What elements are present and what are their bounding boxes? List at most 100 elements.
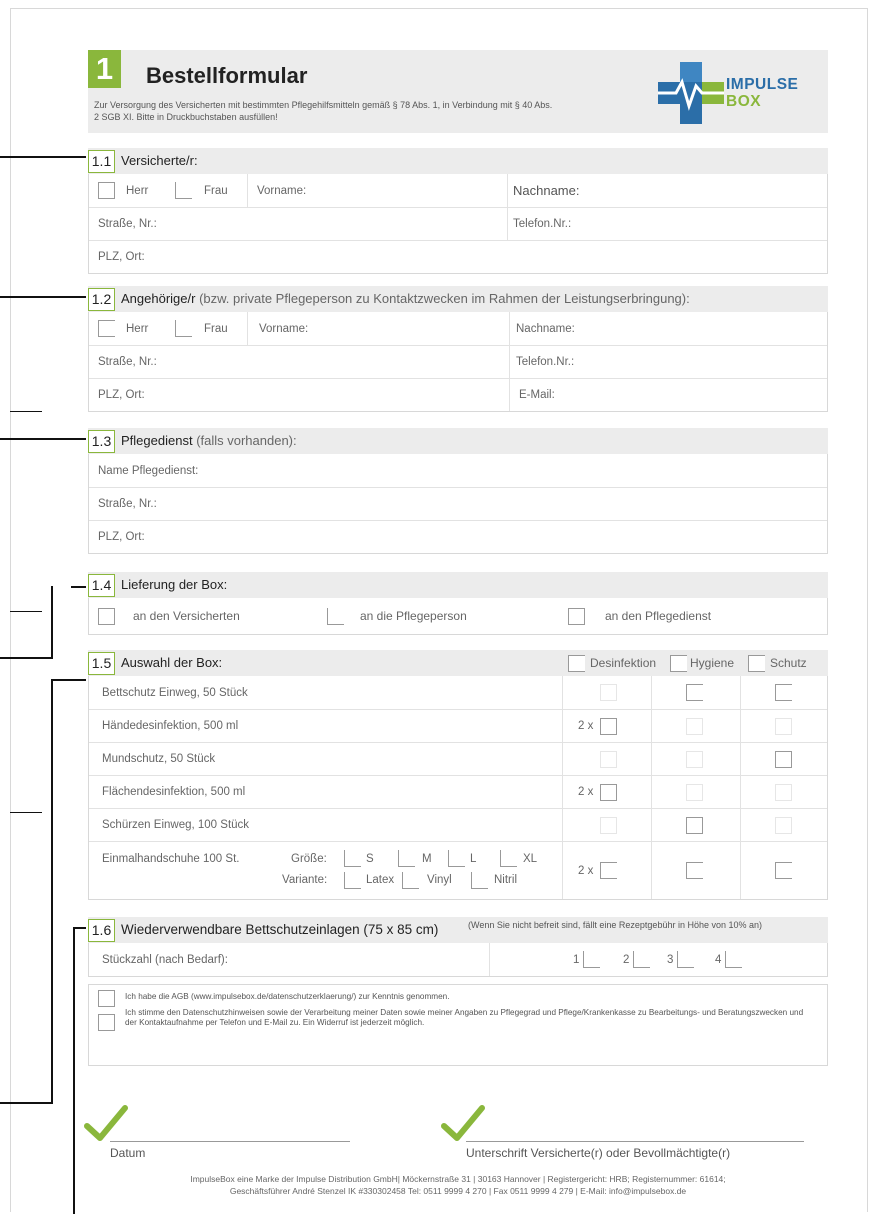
- section-title: Wiederverwendbare Bettschutzeinlagen (75…: [121, 922, 439, 937]
- size-s-checkbox[interactable]: [344, 850, 361, 867]
- row-name: Name Pflegedienst:: [89, 454, 827, 487]
- strasse-field[interactable]: Straße, Nr.:: [98, 346, 157, 378]
- table-row: Bettschutz Einweg, 50 Stück: [89, 676, 827, 709]
- vorname-field[interactable]: Vorname:: [257, 174, 306, 207]
- section-pflegedienst-fields: Name Pflegedienst: Straße, Nr.: PLZ, Ort…: [88, 454, 828, 554]
- row-plz: PLZ, Ort:: [89, 520, 827, 553]
- table-row: Flächendesinfektion, 500 ml 2 x: [89, 775, 827, 808]
- deliver-caregiver-label: an die Pflegeperson: [360, 609, 467, 623]
- frau-checkbox[interactable]: [175, 182, 192, 199]
- margin-mark: [10, 411, 42, 412]
- strasse-field[interactable]: Straße, Nr.:: [98, 208, 157, 240]
- count-1-checkbox[interactable]: [583, 951, 600, 968]
- table-row: Händedesinfektion, 500 ml 2 x: [89, 709, 827, 742]
- margin-mark: [0, 1102, 53, 1104]
- herr-checkbox[interactable]: [98, 182, 115, 199]
- strasse-field[interactable]: Straße, Nr.:: [98, 488, 157, 520]
- footer: ImpulseBox eine Marke der Impulse Distri…: [190, 1174, 726, 1196]
- row-address: Straße, Nr.: Telefon.Nr.:: [89, 345, 827, 378]
- form-header: 1 Bestellformular Zur Versorgung des Ver…: [88, 50, 828, 133]
- section-title: Auswahl der Box:: [121, 655, 223, 670]
- section-title: Lieferung der Box:: [121, 577, 228, 592]
- desinfektion-box-checkbox[interactable]: [568, 654, 585, 672]
- deliver-caregiver-checkbox[interactable]: [327, 607, 344, 625]
- privacy-checkbox[interactable]: [98, 1014, 115, 1031]
- section-auswahl-table: Bettschutz Einweg, 50 Stück Händedesinfe…: [88, 676, 828, 900]
- deliver-service-checkbox[interactable]: [568, 607, 585, 625]
- margin-mark: [10, 812, 42, 813]
- count-2-checkbox[interactable]: [633, 951, 650, 968]
- table-row: Schürzen Einweg, 100 Stück: [89, 808, 827, 841]
- frau-checkbox[interactable]: [175, 320, 192, 337]
- plz-field[interactable]: PLZ, Ort:: [98, 379, 145, 411]
- table-row-gloves: Einmalhandschuhe 100 St. Größe: S M L XL…: [89, 841, 827, 899]
- margin-mark: [71, 586, 86, 588]
- section-title: Versicherte/r:: [121, 153, 198, 168]
- section-versicherte-fields: Herr Frau Vorname: Nachname: Straße, Nr.…: [88, 174, 828, 274]
- size-xl-checkbox[interactable]: [500, 850, 517, 867]
- impulse-box-logo: IMPULSE BOX: [658, 62, 818, 126]
- variant-vinyl-checkbox[interactable]: [402, 871, 419, 889]
- row-address: Straße, Nr.:: [89, 487, 827, 520]
- telefon-field[interactable]: Telefon.Nr.:: [516, 346, 574, 378]
- hygiene-box-checkbox[interactable]: [670, 654, 687, 672]
- row-count: Stückzahl (nach Bedarf): 1 2 3 4: [89, 943, 827, 976]
- nachname-field[interactable]: Nachname:: [516, 312, 575, 345]
- plz-field[interactable]: PLZ, Ort:: [98, 241, 145, 273]
- frau-label: Frau: [204, 184, 228, 197]
- frau-label: Frau: [204, 322, 228, 335]
- col-schutz: Schutz: [770, 656, 807, 670]
- deliver-insured-checkbox[interactable]: [98, 607, 115, 625]
- telefon-field[interactable]: Telefon.Nr.:: [513, 208, 571, 240]
- logo-text: IMPULSE BOX: [726, 76, 799, 110]
- pflegedienst-name-field[interactable]: Name Pflegedienst:: [98, 454, 198, 487]
- margin-mark: [0, 296, 86, 298]
- herr-label: Herr: [126, 322, 149, 335]
- plz-field[interactable]: PLZ, Ort:: [98, 521, 145, 553]
- section-bettschutz-fields: Stückzahl (nach Bedarf): 1 2 3 4: [88, 943, 828, 977]
- row-name: Herr Frau Vorname: Nachname:: [89, 174, 827, 207]
- privacy-text: Ich stimme den Datenschutzhinweisen sowi…: [125, 1008, 804, 1027]
- datum-line: [110, 1141, 350, 1142]
- form-number: 1: [88, 50, 121, 88]
- variant-latex-checkbox[interactable]: [344, 871, 361, 889]
- section-number: 1.6: [88, 919, 115, 942]
- form-description: Zur Versorgung des Versicherten mit best…: [94, 100, 553, 122]
- margin-mark: [51, 679, 86, 681]
- check-icon: [84, 1105, 128, 1141]
- count-4-checkbox[interactable]: [725, 951, 742, 968]
- row-plz: PLZ, Ort:: [89, 240, 827, 273]
- vorname-field[interactable]: Vorname:: [259, 312, 308, 345]
- section-title: Angehörige/r (bzw. private Pflegeperson …: [121, 291, 690, 306]
- unterschrift-line: [466, 1141, 804, 1142]
- col-desinfektion: Desinfektion: [590, 656, 657, 670]
- form-title: Bestellformular: [146, 63, 308, 88]
- agb-checkbox[interactable]: [98, 990, 115, 1007]
- check-icon: [441, 1105, 485, 1141]
- variant-nitril-checkbox[interactable]: [471, 871, 488, 889]
- margin-mark: [0, 156, 86, 158]
- schutz-box-checkbox[interactable]: [748, 654, 765, 672]
- section-note: (Wenn Sie nicht befreit sind, fällt eine…: [468, 920, 763, 930]
- margin-mark: [51, 679, 53, 1104]
- row-name: Herr Frau Vorname: Nachname:: [89, 312, 827, 345]
- size-m-checkbox[interactable]: [398, 850, 415, 867]
- datum-label: Datum: [110, 1146, 146, 1160]
- unterschrift-label: Unterschrift Versicherte(r) oder Bevollm…: [466, 1146, 731, 1160]
- section-number: 1.3: [88, 430, 115, 453]
- col-hygiene: Hygiene: [690, 656, 735, 670]
- size-l-checkbox[interactable]: [448, 850, 465, 867]
- section-number: 1.4: [88, 574, 115, 597]
- nachname-field[interactable]: Nachname:: [513, 174, 579, 207]
- deliver-service-label: an den Pflegedienst: [605, 609, 712, 623]
- email-field[interactable]: E-Mail:: [519, 379, 555, 411]
- margin-mark: [73, 927, 75, 1214]
- section-number: 1.2: [88, 288, 115, 311]
- count-3-checkbox[interactable]: [677, 951, 694, 968]
- section-angehoerige-header: 1.2 Angehörige/r (bzw. private Pflegeper…: [88, 286, 828, 312]
- section-number: 1.5: [88, 652, 115, 675]
- herr-label: Herr: [126, 184, 149, 197]
- herr-checkbox[interactable]: [98, 320, 115, 337]
- cross-pulse-icon: [658, 62, 724, 124]
- consent-box: Ich habe die AGB (www.impulsebox.de/date…: [88, 984, 828, 1066]
